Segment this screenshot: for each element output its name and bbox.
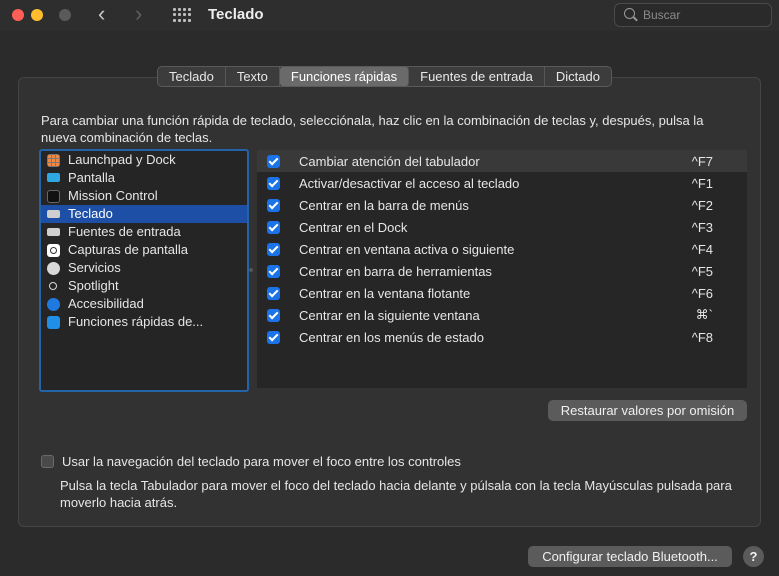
shortcut-key[interactable]: ⌘` (653, 307, 747, 323)
keyboard-navigation-help: Pulsa la tecla Tabulador para mover el f… (60, 478, 732, 510)
chevron-right-icon: › (135, 1, 143, 26)
back-button[interactable]: ‹ (98, 3, 105, 25)
shortcut-checkbox[interactable] (267, 242, 280, 256)
table-row[interactable]: Activar/desactivar el acceso al teclado … (257, 172, 747, 194)
sidebar-item-label: Mission Control (68, 188, 158, 203)
forward-button[interactable]: › (135, 3, 142, 25)
shortcut-checkbox[interactable] (267, 330, 280, 344)
sidebar-item-accesibilidad[interactable]: Accesibilidad (41, 295, 247, 313)
shortcut-checkbox[interactable] (267, 220, 280, 234)
shortcut-key[interactable]: ^F5 (653, 264, 747, 279)
keyboard-navigation-label: Usar la navegación del teclado para move… (62, 454, 461, 469)
help-button[interactable]: ? (743, 546, 764, 567)
shortcut-checkbox[interactable] (267, 154, 280, 168)
show-all-grid-icon[interactable] (173, 8, 191, 22)
table-row[interactable]: Centrar en la barra de menús ^F2 (257, 194, 747, 216)
sidebar-item-label: Capturas de pantalla (68, 242, 188, 257)
table-row[interactable]: Centrar en la ventana flotante ^F6 (257, 282, 747, 304)
shortcut-checkbox[interactable] (267, 308, 280, 322)
table-row[interactable]: Centrar en los menús de estado ^F8 (257, 326, 747, 348)
title-bar: ‹ › Teclado (0, 0, 779, 31)
shortcut-label: Centrar en la ventana flotante (299, 285, 471, 301)
shortcut-checkbox[interactable] (267, 198, 280, 212)
keyboard-icon (47, 210, 60, 218)
shortcut-label: Centrar en la siguiente ventana (299, 307, 480, 323)
chevron-left-icon: ‹ (98, 1, 106, 26)
shortcut-key[interactable]: ^F3 (653, 220, 747, 235)
shortcut-key[interactable]: ^F2 (653, 198, 747, 213)
input-sources-icon (47, 228, 60, 236)
sidebar-item-capturas[interactable]: Capturas de pantalla (41, 241, 247, 259)
sidebar-item-label: Spotlight (68, 278, 119, 293)
sidebar-item-label: Launchpad y Dock (68, 152, 176, 167)
screenshot-icon (47, 243, 60, 257)
table-row[interactable]: Centrar en la siguiente ventana ⌘` (257, 304, 747, 326)
spotlight-icon (49, 282, 57, 290)
sidebar-item-mission-control[interactable]: Mission Control (41, 187, 247, 205)
search-field[interactable] (614, 3, 772, 27)
tab-bar: Teclado Texto Funciones rápidas Fuentes … (157, 66, 612, 87)
tab-funciones-rapidas[interactable]: Funciones rápidas (279, 67, 410, 86)
table-row[interactable]: Centrar en el Dock ^F3 (257, 216, 747, 238)
sidebar-item-fuentes-de-entrada[interactable]: Fuentes de entrada (41, 223, 247, 241)
bluetooth-keyboard-button[interactable]: Configurar teclado Bluetooth... (528, 546, 732, 567)
sidebar-item-label: Accesibilidad (68, 296, 144, 311)
zoom-button[interactable] (59, 9, 71, 21)
shortcut-key[interactable]: ^F7 (653, 154, 747, 169)
gear-icon (47, 261, 60, 275)
restore-defaults-button[interactable]: Restaurar valores por omisión (548, 400, 747, 421)
sidebar-item-label: Funciones rápidas de... (68, 314, 204, 329)
sidebar-item-funciones-rapidas-apps[interactable]: Funciones rápidas de... (41, 313, 247, 331)
shortcut-label: Centrar en ventana activa o siguiente (299, 241, 515, 257)
sidebar-item-servicios[interactable]: Servicios (41, 259, 247, 277)
shortcut-key[interactable]: ^F8 (653, 330, 747, 345)
table-row[interactable]: Cambiar atención del tabulador ^F7 (257, 150, 747, 172)
sidebar-item-label: Servicios (68, 260, 121, 275)
split-handle[interactable] (249, 268, 253, 272)
mission-control-icon (47, 189, 60, 203)
sidebar-item-label: Teclado (68, 206, 113, 221)
shortcut-label: Centrar en el Dock (299, 219, 408, 235)
search-input[interactable] (643, 4, 763, 26)
display-icon (47, 172, 60, 182)
shortcut-label: Centrar en la barra de menús (299, 197, 469, 213)
search-icon (624, 8, 635, 19)
sidebar-item-teclado[interactable]: Teclado (41, 205, 247, 223)
table-row[interactable]: Centrar en ventana activa o siguiente ^F… (257, 238, 747, 260)
keyboard-navigation-checkbox[interactable] (41, 455, 54, 468)
sidebar-item-label: Pantalla (68, 170, 115, 185)
shortcut-key[interactable]: ^F4 (653, 242, 747, 257)
window-title: Teclado (208, 6, 264, 23)
shortcut-label: Centrar en barra de herramientas (299, 263, 492, 279)
sidebar-item-label: Fuentes de entrada (68, 224, 181, 239)
shortcuts-table: Cambiar atención del tabulador ^F7 Activ… (257, 150, 747, 388)
shortcut-label: Activar/desactivar el acceso al teclado (299, 175, 520, 191)
shortcut-label: Cambiar atención del tabulador (299, 153, 480, 169)
close-button[interactable] (12, 9, 24, 21)
table-row[interactable]: Centrar en barra de herramientas ^F5 (257, 260, 747, 282)
launchpad-icon (47, 153, 60, 167)
shortcut-key[interactable]: ^F1 (653, 176, 747, 191)
tab-texto[interactable]: Texto (226, 67, 280, 86)
sidebar-item-pantalla[interactable]: Pantalla (41, 169, 247, 187)
tab-teclado[interactable]: Teclado (158, 67, 226, 86)
instructions-text: Para cambiar una función rápida de tecla… (41, 113, 704, 145)
sidebar-item-launchpad-dock[interactable]: Launchpad y Dock (41, 151, 247, 169)
tab-fuentes-de-entrada[interactable]: Fuentes de entrada (409, 67, 545, 86)
sidebar-item-spotlight[interactable]: Spotlight (41, 277, 247, 295)
shortcut-checkbox[interactable] (267, 286, 280, 300)
shortcut-label: Centrar en los menús de estado (299, 329, 484, 345)
minimize-button[interactable] (31, 9, 43, 21)
app-store-icon (47, 315, 60, 329)
accessibility-icon (47, 297, 60, 311)
shortcut-key[interactable]: ^F6 (653, 286, 747, 301)
shortcut-checkbox[interactable] (267, 176, 280, 190)
shortcut-checkbox[interactable] (267, 264, 280, 278)
tab-dictado[interactable]: Dictado (545, 67, 611, 86)
shortcut-category-list: Launchpad y Dock Pantalla Mission Contro… (39, 149, 249, 392)
